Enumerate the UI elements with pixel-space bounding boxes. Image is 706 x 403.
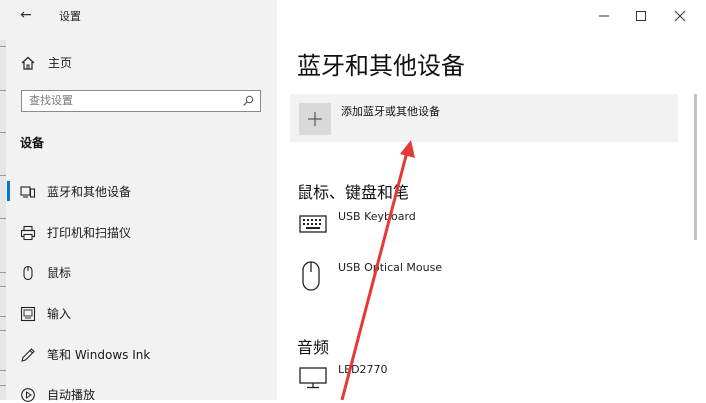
section-title: 设备	[20, 136, 45, 150]
home-icon	[21, 56, 35, 70]
sidebar-item-label: 自动播放	[47, 388, 96, 402]
sidebar-item-autoplay[interactable]: 自动播放	[20, 386, 95, 403]
close-icon	[674, 10, 686, 22]
sidebar-item-bluetooth[interactable]: 蓝牙和其他设备	[20, 183, 131, 200]
sidebar-item-label: 蓝牙和其他设备	[47, 185, 132, 199]
device-name-mouse[interactable]: USB Optical Mouse	[338, 261, 442, 274]
keyboard-icon	[20, 306, 36, 322]
close-button[interactable]	[673, 8, 687, 22]
pen-icon	[20, 347, 36, 363]
sidebar-item-pen[interactable]: 笔和 Windows Ink	[20, 346, 150, 363]
back-button[interactable]: ←	[14, 4, 38, 26]
autoplay-icon	[20, 387, 36, 403]
sidebar-item-mouse[interactable]: 鼠标	[20, 264, 71, 281]
maximize-icon	[636, 11, 646, 21]
back-arrow-icon: ←	[20, 7, 32, 23]
scrollbar[interactable]	[694, 94, 697, 240]
sidebar-item-label: 鼠标	[47, 266, 72, 280]
minimize-button[interactable]	[597, 8, 611, 22]
sidebar-item-home[interactable]: 主页	[20, 54, 72, 71]
mouse-icon	[20, 265, 36, 281]
plus-icon	[299, 103, 331, 135]
maximize-button[interactable]	[634, 8, 648, 22]
search-input[interactable]	[29, 94, 229, 107]
sidebar-item-label: 输入	[47, 307, 72, 321]
sidebar-item-label: 打印机和扫描仪	[47, 226, 132, 240]
printer-icon	[20, 225, 36, 241]
app-title: 设置	[59, 10, 81, 23]
monitor-icon[interactable]	[299, 366, 327, 394]
page-title: 蓝牙和其他设备	[297, 52, 465, 80]
mouse-icon[interactable]	[299, 260, 323, 296]
sidebar: ← 设置 主页 设备 蓝牙和其他设备	[0, 0, 277, 403]
window-edge-strip	[0, 40, 6, 400]
device-name-monitor[interactable]: LED2770	[338, 363, 388, 376]
sidebar-item-printers[interactable]: 打印机和扫描仪	[20, 224, 131, 241]
search-icon[interactable]	[242, 95, 254, 107]
minimize-icon	[599, 15, 609, 17]
add-device-label: 添加蓝牙或其他设备	[341, 105, 440, 118]
sidebar-item-input[interactable]: 输入	[20, 305, 71, 322]
group-title-input-devices: 鼠标、键盘和笔	[297, 183, 410, 202]
bluetooth-devices-icon	[20, 184, 36, 200]
keyboard-icon[interactable]	[299, 214, 327, 238]
group-title-audio: 音频	[297, 338, 330, 357]
sidebar-item-label: 笔和 Windows Ink	[47, 348, 151, 362]
active-indicator	[7, 181, 10, 201]
add-device-button[interactable]: 添加蓝牙或其他设备	[290, 94, 678, 142]
search-box[interactable]	[21, 90, 261, 112]
home-label: 主页	[48, 56, 73, 70]
device-name-keyboard[interactable]: USB Keyboard	[338, 210, 416, 223]
